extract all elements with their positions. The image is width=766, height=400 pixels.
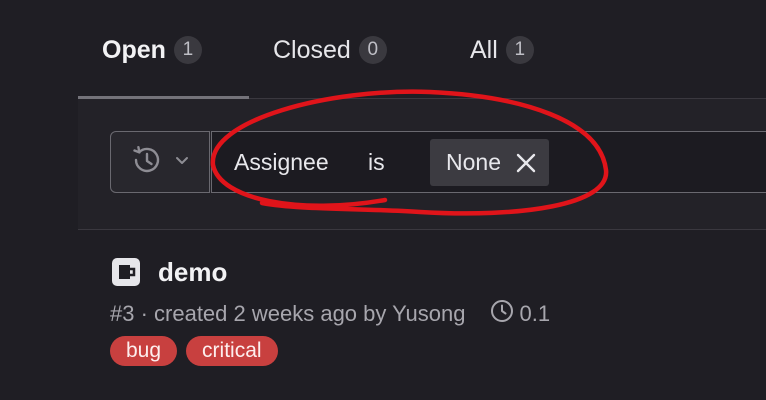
issue-meta-text: #3 · created 2 weeks ago by Yusong	[110, 301, 466, 326]
filter-token-operator[interactable]: is	[368, 139, 385, 186]
filter-token-value-label: None	[446, 149, 501, 175]
tab-open-label: Open	[102, 35, 166, 64]
milestone-label: 0.1	[519, 301, 551, 326]
tab-open[interactable]: Open 1	[102, 28, 202, 72]
label-bug[interactable]: bug	[110, 336, 178, 366]
issues-page: Open 1 Closed 0 All 1 Assignee is None d…	[0, 0, 766, 400]
issue-list-item: demo #3 · created 2 weeks ago by Yusong …	[110, 250, 750, 366]
tab-all-count: 1	[505, 36, 534, 64]
tab-all-label: All	[470, 35, 498, 64]
tab-closed[interactable]: Closed 0	[273, 28, 387, 72]
issue-labels: bug critical	[110, 336, 750, 366]
history-clock-icon	[129, 143, 163, 182]
chevron-down-icon	[173, 151, 191, 174]
issue-open-icon	[110, 256, 142, 288]
filtered-search-input[interactable]: Assignee is None	[211, 131, 766, 193]
filter-token-value[interactable]: None	[430, 139, 549, 186]
filter-token-field[interactable]: Assignee	[234, 139, 329, 186]
close-icon[interactable]	[515, 152, 537, 174]
tab-closed-count: 0	[358, 36, 387, 64]
tab-open-count: 1	[173, 36, 202, 64]
milestone[interactable]: 0.1	[490, 299, 551, 329]
label-critical[interactable]: critical	[186, 336, 278, 366]
issue-state-tabs: Open 1 Closed 0 All 1	[78, 0, 766, 100]
tab-closed-label: Closed	[273, 35, 351, 64]
clock-icon	[490, 299, 514, 329]
issue-meta: #3 · created 2 weeks ago by Yusong 0.1	[110, 296, 750, 332]
tab-all[interactable]: All 1	[470, 28, 534, 72]
recent-searches-button[interactable]	[110, 131, 210, 193]
filter-bar: Assignee is None	[78, 99, 766, 230]
issue-title-link[interactable]: demo	[158, 257, 227, 288]
